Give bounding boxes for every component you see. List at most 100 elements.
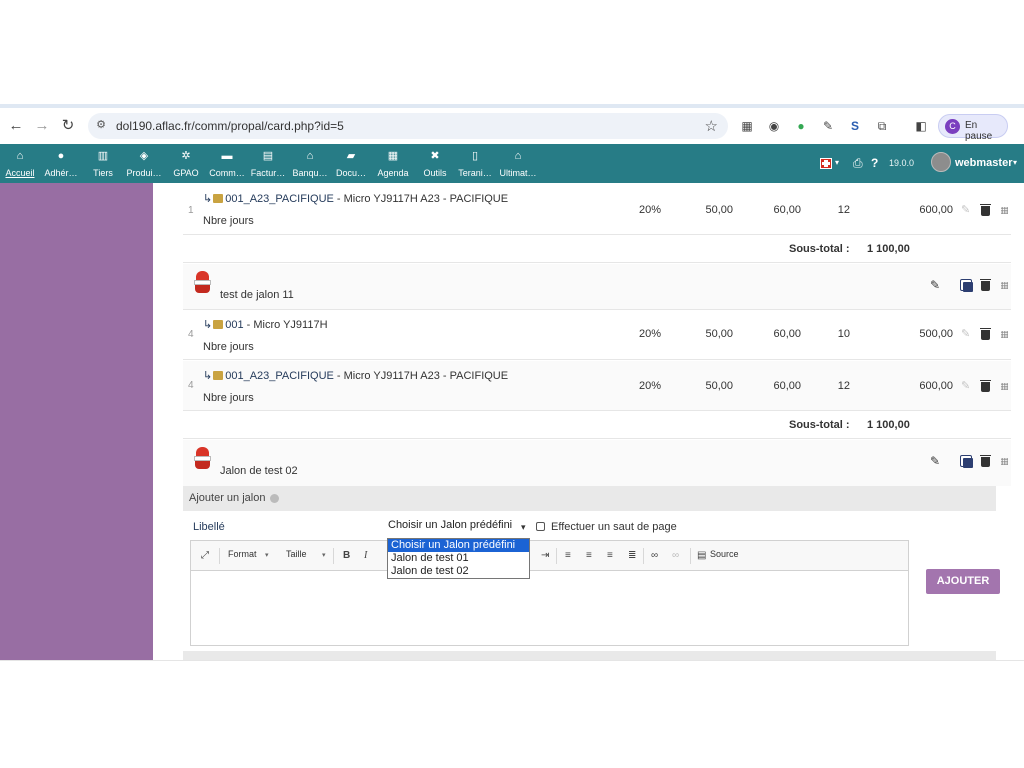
align-left-icon[interactable]: ≡ (565, 550, 571, 561)
delete-trash-icon[interactable] (980, 455, 991, 467)
table-row[interactable]: 4 ↳ 001_A23_PACIFIQUE - Micro YJ9117H A23… (183, 361, 1011, 411)
file-icon: ▯ (471, 150, 479, 162)
predefined-milestone-select[interactable]: Choisir un Jalon prédéfini (388, 519, 531, 537)
help-icon[interactable]: ? (871, 156, 878, 170)
delete-trash-icon[interactable] (980, 279, 991, 291)
menu-item-produits[interactable]: ◈ Produi… (124, 144, 164, 183)
chevron-down-icon[interactable]: ▾ (265, 551, 269, 559)
form-title: Ajouter un jalon (189, 492, 266, 504)
milestone-row[interactable]: test de jalon 11 ✎ (183, 264, 1011, 310)
side-panel-icon[interactable]: ◧ (914, 119, 928, 133)
address-bar[interactable]: ⚙ dol190.aflac.fr/comm/propal/card.php?i… (88, 113, 728, 139)
bold-icon[interactable]: B (343, 550, 350, 561)
link-icon[interactable]: ∞ (651, 550, 658, 561)
folder-icon: ▰ (346, 150, 356, 162)
chevron-down-icon[interactable]: ▾ (835, 158, 839, 167)
menu-item-agenda[interactable]: ▦ Agenda (374, 144, 412, 183)
quantity: 12 (837, 204, 850, 216)
edit-pencil-icon[interactable]: ✎ (961, 327, 970, 340)
cube-icon: ◈ (139, 150, 149, 162)
edit-pencil-icon[interactable]: ✎ (930, 454, 940, 468)
divider (0, 660, 1024, 661)
eyedropper-icon[interactable]: ✎ (821, 119, 835, 133)
format-dropdown[interactable]: Format (228, 549, 257, 559)
extensions-puzzle-icon[interactable]: ⧉ (875, 119, 889, 133)
drag-handle-icon[interactable] (1001, 458, 1008, 465)
drag-handle-icon[interactable] (1001, 207, 1008, 214)
profile-status: En pause (965, 120, 993, 142)
menu-label: Tiers (93, 168, 113, 178)
menu-item-commercial[interactable]: ▬ Comm… (206, 144, 248, 183)
align-center-icon[interactable]: ≡ (586, 550, 592, 561)
vat-rate: 20% (638, 328, 661, 340)
menu-item-terani[interactable]: ▯ Terani… (456, 144, 494, 183)
menu-item-ultimate[interactable]: ⌂ Ultimat… (498, 144, 538, 183)
s-extension-icon[interactable]: S (848, 119, 862, 133)
copy-icon[interactable] (963, 282, 973, 292)
table-row[interactable]: 4 ↳ 001 - Micro YJ9117H Nbre jours 20% 50… (183, 310, 1011, 360)
source-icon[interactable]: ▤ (697, 550, 706, 561)
product-link[interactable]: 001 (225, 319, 243, 331)
align-justify-icon[interactable]: ≣ (628, 550, 636, 561)
rich-text-editor[interactable]: ⤢ Format ▾ Taille ▾ B I ⇥ ≡ ≡ ≡ ≣ ∞ ∞ ▤ … (190, 540, 909, 646)
milestone-options-list[interactable]: Choisir un Jalon prédéfini Jalon de test… (387, 538, 530, 579)
menu-item-banques[interactable]: ⌂ Banqu… (290, 144, 330, 183)
menu-item-tiers[interactable]: ▥ Tiers (86, 144, 120, 183)
menu-item-adherents[interactable]: ● Adhér… (40, 144, 82, 183)
form-footer (183, 651, 996, 660)
drag-handle-icon[interactable] (1001, 331, 1008, 338)
menu-item-accueil[interactable]: ⌂ Accueil (2, 144, 38, 183)
menu-item-documents[interactable]: ▰ Docu… (332, 144, 370, 183)
product-link[interactable]: 001_A23_PACIFIQUE (225, 370, 334, 382)
edit-pencil-icon[interactable]: ✎ (930, 278, 940, 292)
bookmark-star-icon[interactable]: ☆ (705, 117, 718, 135)
milestone-row[interactable]: Jalon de test 02 ✎ (183, 440, 1011, 486)
language-flag-icon[interactable] (820, 158, 832, 169)
edit-pencil-icon[interactable]: ✎ (961, 379, 970, 392)
option-jalon-02[interactable]: Jalon de test 02 (388, 565, 529, 578)
site-settings-icon[interactable]: ⚙ (94, 118, 108, 132)
menu-item-outils[interactable]: ✖ Outils (418, 144, 452, 183)
source-button[interactable]: Source (710, 549, 739, 559)
menu-label: Docu… (335, 168, 366, 178)
product-link[interactable]: 001_A23_PACIFIQUE (225, 193, 334, 205)
option-choisir[interactable]: Choisir un Jalon prédéfini (388, 539, 529, 552)
reload-icon[interactable]: ↻ (60, 118, 76, 134)
edit-pencil-icon[interactable]: ✎ (961, 203, 970, 216)
print-icon[interactable]: ⎙ (853, 156, 863, 171)
indent-icon[interactable]: ⇥ (541, 550, 549, 561)
menu-item-facturation[interactable]: ▤ Factur… (248, 144, 288, 183)
chevron-down-icon[interactable]: ▾ (322, 551, 326, 559)
editor-toolbar: ⤢ Format ▾ Taille ▾ B I ⇥ ≡ ≡ ≡ ≣ ∞ ∞ ▤ … (191, 541, 908, 571)
avatar[interactable] (931, 152, 951, 172)
add-milestone-button[interactable]: AJOUTER (926, 569, 1000, 594)
delete-trash-icon[interactable] (980, 328, 991, 340)
line-rank: 4 (188, 380, 194, 391)
user-chevron-down-icon[interactable]: ▾ (1013, 158, 1017, 167)
back-icon[interactable]: ← (8, 118, 24, 134)
info-icon[interactable] (270, 494, 279, 503)
qr-code-icon[interactable]: ▦ (740, 119, 754, 133)
delete-trash-icon[interactable] (980, 380, 991, 392)
menu-item-gpao[interactable]: ✲ GPAO (170, 144, 202, 183)
drag-handle-icon[interactable] (1001, 282, 1008, 289)
maximize-icon[interactable]: ⤢ (201, 550, 209, 561)
copy-icon[interactable] (963, 458, 973, 468)
cogs-icon: ✲ (181, 150, 191, 162)
delete-trash-icon[interactable] (980, 204, 991, 216)
option-jalon-01[interactable]: Jalon de test 01 (388, 552, 529, 565)
extension-circle-icon[interactable]: ◉ (767, 119, 781, 133)
chevron-down-icon[interactable]: ▾ (521, 522, 526, 533)
menu-label: Banqu… (292, 168, 328, 178)
table-row[interactable]: 1 ↳ 001_A23_PACIFIQUE - Micro YJ9117H A23… (183, 183, 1011, 235)
unlink-icon[interactable]: ∞ (672, 550, 679, 561)
align-right-icon[interactable]: ≡ (607, 550, 613, 561)
page-break-checkbox[interactable] (536, 522, 545, 531)
user-name[interactable]: webmaster (955, 157, 1012, 169)
profile-button[interactable]: C En pause (938, 114, 1008, 142)
italic-icon[interactable]: I (364, 550, 367, 561)
size-dropdown[interactable]: Taille (286, 549, 307, 559)
drag-handle-icon[interactable] (1001, 383, 1008, 390)
chat-extension-icon[interactable]: ● (794, 119, 808, 133)
forward-icon[interactable]: → (34, 118, 50, 134)
